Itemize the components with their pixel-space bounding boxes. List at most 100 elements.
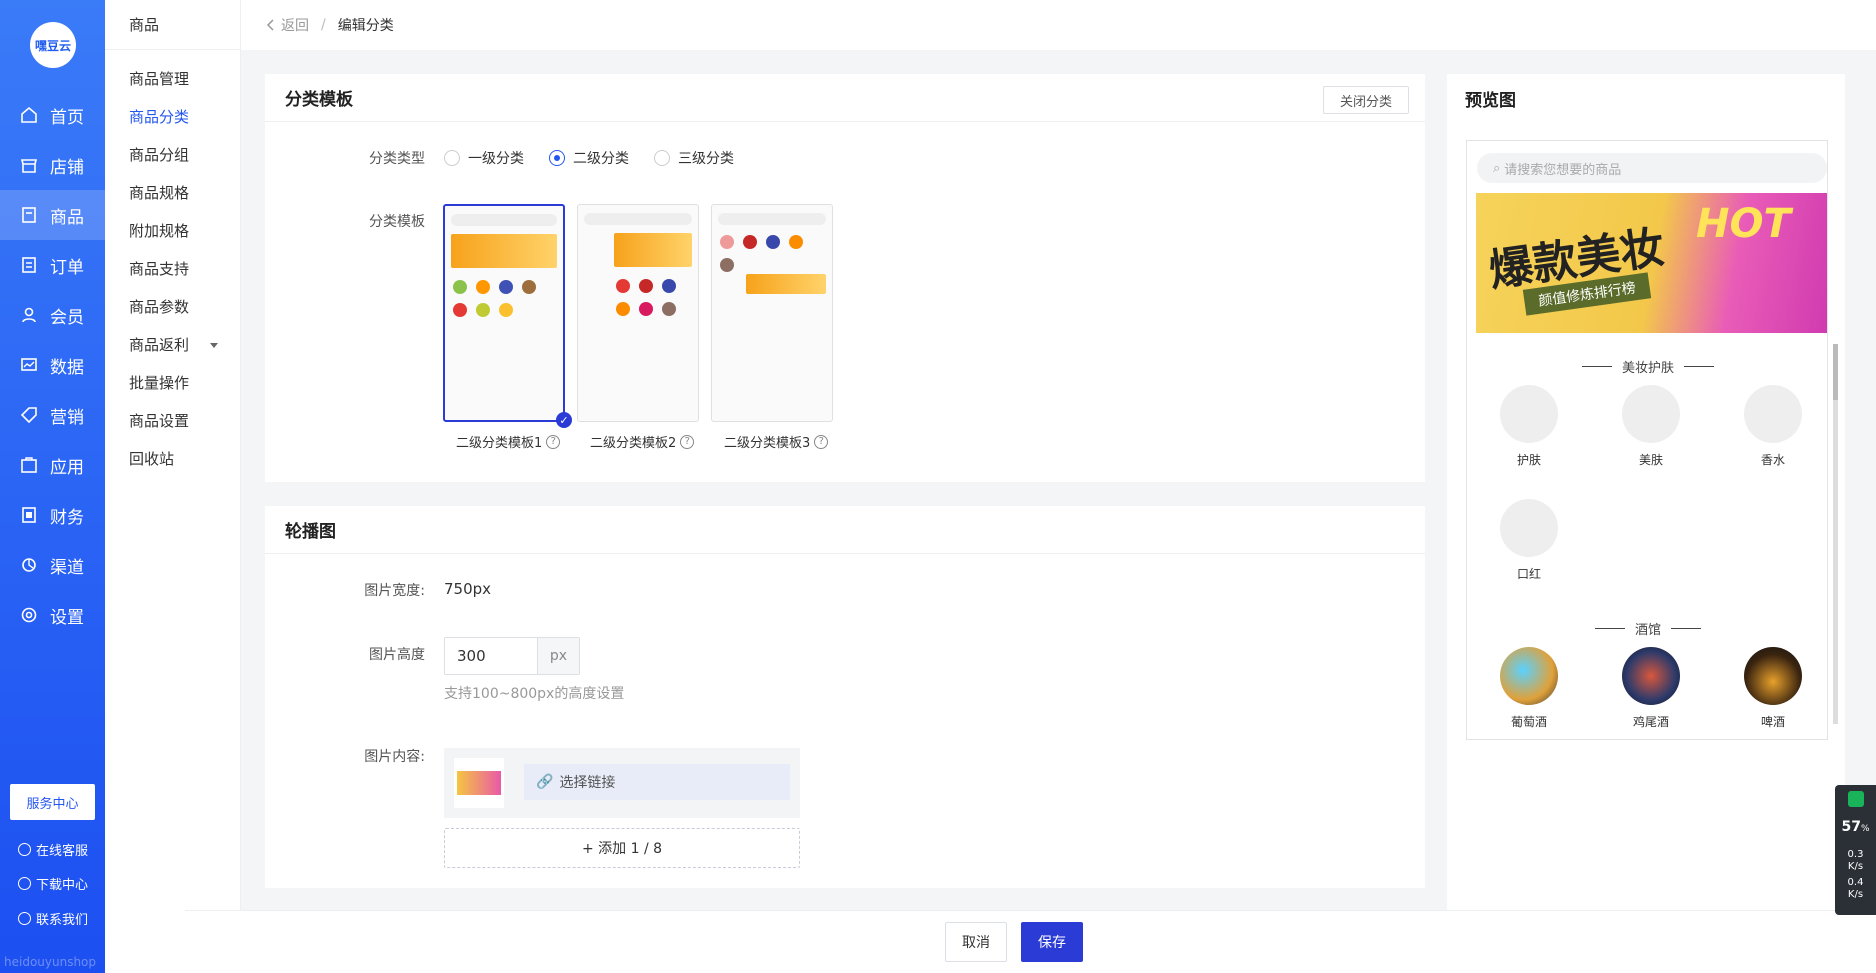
template-option-1[interactable] (443, 204, 565, 422)
template-caption-2: 二级分类模板2? (590, 432, 695, 451)
template-items-preview (445, 268, 563, 329)
nav-label: 渠道 (50, 557, 84, 578)
category-item: 葡萄酒 (1489, 647, 1569, 730)
preview-title: 预览图 (1465, 90, 1516, 111)
scrollbar-thumb[interactable] (1833, 344, 1838, 400)
nav-item-finance[interactable]: 财务 (0, 490, 105, 540)
template-search-preview (584, 213, 692, 225)
goods-icon (22, 207, 36, 223)
template-caption-1: 二级分类模板1? (456, 432, 561, 451)
image-width-label: 图片宽度: (364, 583, 425, 599)
online-service-link[interactable]: 在线客服 (18, 840, 88, 859)
service-center-button[interactable]: 服务中心 (10, 784, 95, 820)
select-link-label: 选择链接 (559, 775, 616, 791)
carousel-image-thumb[interactable] (454, 758, 504, 808)
carousel-image-row: 🔗 选择链接 (444, 748, 800, 818)
sub-item-recycle[interactable]: 回收站 (105, 440, 240, 478)
sub-item-goods-settings[interactable]: 商品设置 (105, 402, 240, 440)
image-height-input[interactable] (445, 638, 537, 674)
nav-item-order[interactable]: 订单 (0, 240, 105, 290)
category-label: 香水 (1760, 453, 1785, 467)
sub-item-goods-support[interactable]: 商品支持 (105, 250, 240, 288)
phone-preview: ⌕ 请搜索您想要的商品 爆款美妆 颜值修炼排行榜 HOT 美妆护肤 护肤 美肤 香… (1466, 140, 1828, 740)
brand-watermark: heidouyunshop (4, 955, 97, 969)
nav-item-home[interactable]: 首页 (0, 90, 105, 140)
template-banner-preview (451, 234, 557, 268)
main-nav: 首页 店铺 商品 订单 会员 数据 营销 应用 财务 渠道 设置 (0, 90, 105, 640)
template-banner-preview (614, 233, 692, 267)
nav-item-marketing[interactable]: 营销 (0, 390, 105, 440)
nav-item-store[interactable]: 店铺 (0, 140, 105, 190)
preview-banner: 爆款美妆 颜值修炼排行榜 HOT (1476, 193, 1827, 333)
speed-unit: K/s (1847, 861, 1864, 872)
shield-icon (1847, 791, 1864, 807)
template-caption-3: 二级分类模板3? (724, 432, 829, 451)
sub-item-goods-group[interactable]: 商品分组 (105, 136, 240, 174)
sub-item-goods-category[interactable]: 商品分类 (105, 98, 240, 136)
network-monitor-widget[interactable]: 57% 0.3 K/s 0.4 K/s (1835, 785, 1876, 915)
download-value: 0.4 (1847, 877, 1864, 888)
select-link-button[interactable]: 🔗 选择链接 (524, 764, 790, 800)
nav-item-goods[interactable]: 商品 (0, 190, 105, 240)
sub-item-goods-spec[interactable]: 商品规格 (105, 174, 240, 212)
channel-icon (22, 558, 36, 572)
app-icon (21, 457, 37, 473)
template-option-2[interactable] (577, 204, 699, 422)
sub-item-goods-manage[interactable]: 商品管理 (105, 60, 240, 98)
nav-item-app[interactable]: 应用 (0, 440, 105, 490)
download-center-link[interactable]: 下载中心 (18, 874, 88, 893)
template-caption-text: 二级分类模板2 (590, 436, 677, 451)
carousel-card-title: 轮播图 (265, 506, 1425, 554)
nav-label: 订单 (50, 257, 84, 278)
category-template-label: 分类模板 (369, 214, 425, 230)
sub-item-extra-spec[interactable]: 附加规格 (105, 212, 240, 250)
radio-level3[interactable]: 三级分类 (654, 148, 734, 168)
nav-item-data[interactable]: 数据 (0, 340, 105, 390)
back-button[interactable]: 返回 (265, 15, 309, 35)
image-content-label: 图片内容: (364, 749, 425, 765)
download-center-label: 下载中心 (36, 878, 89, 893)
sub-item-goods-rebate[interactable]: 商品返利 (105, 326, 240, 364)
contact-icon (18, 912, 31, 925)
section-title: 酒馆 (1634, 623, 1661, 638)
chart-icon (21, 358, 37, 371)
search-icon: ⌕ (1493, 160, 1501, 176)
category-item: 口红 (1489, 499, 1569, 582)
question-icon[interactable]: ? (546, 434, 561, 449)
home-icon (21, 106, 37, 123)
chevron-left-icon (266, 19, 274, 31)
upload-value: 0.3 (1847, 849, 1864, 860)
template-option-3[interactable] (711, 204, 833, 422)
add-image-button[interactable]: + 添加 1 / 8 (444, 828, 800, 868)
nav-label: 应用 (50, 457, 84, 478)
preview-search-text: 请搜索您想要的商品 (1504, 162, 1622, 178)
question-icon[interactable]: ? (814, 434, 829, 449)
tag-icon (20, 407, 37, 424)
image-height-label: 图片高度 (369, 647, 425, 663)
nav-label: 商品 (50, 207, 84, 228)
nav-item-channel[interactable]: 渠道 (0, 540, 105, 590)
sub-item-batch[interactable]: 批量操作 (105, 364, 240, 402)
radio-label: 三级分类 (678, 151, 734, 167)
speed-unit: K/s (1847, 889, 1864, 900)
cancel-button[interactable]: 取消 (945, 922, 1007, 962)
nav-item-settings[interactable]: 设置 (0, 590, 105, 640)
preview-panel: 预览图 ⌕ 请搜索您想要的商品 爆款美妆 颜值修炼排行榜 HOT 美妆护肤 护肤 … (1447, 74, 1845, 910)
category-image (1744, 385, 1802, 443)
sub-item-goods-params[interactable]: 商品参数 (105, 288, 240, 326)
radio-level2[interactable]: 二级分类 (549, 148, 629, 168)
online-service-label: 在线客服 (36, 844, 89, 859)
sub-sidebar-title: 商品 (105, 0, 240, 50)
radio-level1[interactable]: 一级分类 (444, 148, 524, 168)
nav-item-member[interactable]: 会员 (0, 290, 105, 340)
caret-down-icon (210, 343, 218, 348)
close-category-button[interactable]: 关闭分类 (1322, 86, 1409, 114)
contact-us-link[interactable]: 联系我们 (18, 909, 88, 928)
radio-dot (654, 150, 670, 166)
preview-scrollbar[interactable] (1833, 344, 1838, 724)
selected-check-icon: ✓ (556, 412, 572, 428)
question-icon[interactable]: ? (680, 434, 695, 449)
save-button[interactable]: 保存 (1021, 922, 1083, 962)
cpu-percent: 57% (1835, 819, 1876, 835)
order-icon (22, 257, 36, 273)
